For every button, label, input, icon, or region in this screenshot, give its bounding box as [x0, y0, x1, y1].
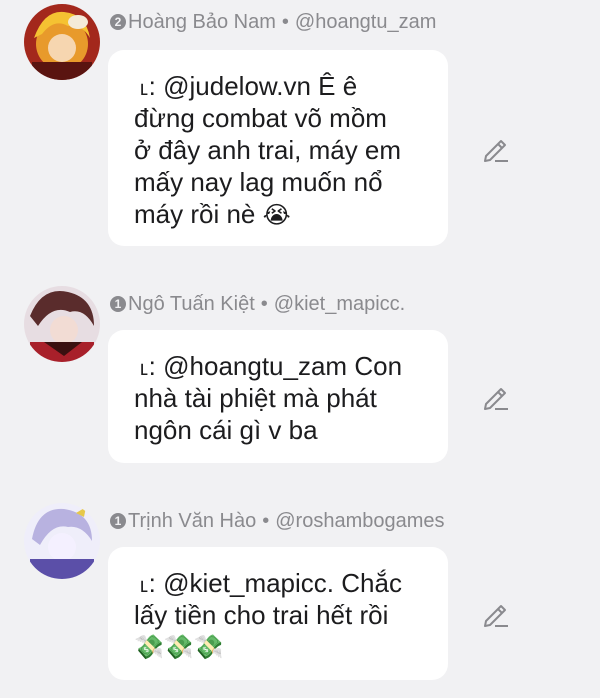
reply-mark: ˪:: [140, 351, 156, 381]
money-wings-emoji-icon: 💸💸💸: [134, 633, 224, 661]
crying-emoji-icon: 😭: [262, 201, 291, 229]
rank-badge: 1: [110, 296, 126, 312]
reply-mark: ˪:: [140, 568, 156, 598]
comment-header: 2 Hoàng Bảo Nam • @hoangtu_zam: [110, 10, 436, 34]
author-name[interactable]: Trịnh Văn Hào: [128, 510, 256, 532]
rank-badge: 2: [110, 14, 126, 30]
author-name[interactable]: Hoàng Bảo Nam: [128, 11, 276, 33]
anime-boy-avatar-icon: [24, 286, 100, 362]
pencil-icon: [484, 140, 508, 162]
avatar[interactable]: [24, 4, 100, 80]
author-handle[interactable]: @hoangtu_zam: [295, 11, 437, 33]
separator-dot: •: [262, 510, 270, 532]
mention[interactable]: @kiet_mapicc.: [163, 568, 334, 598]
comment-text-line: lấy tiền cho trai hết rồi: [134, 600, 389, 630]
comment-bubble[interactable]: ˪: @hoangtu_zam Con nhà tài phiệt mà phá…: [108, 330, 448, 463]
comment-text-line: đừng combat võ mồm: [134, 103, 387, 133]
comment-text-line: ở đây anh trai, máy em: [134, 135, 402, 165]
separator-dot: •: [260, 293, 268, 315]
comment-text-line: mấy nay lag muốn nổ: [134, 167, 383, 197]
comment-bubble[interactable]: ˪: @judelow.vn Ê ê đừng combat võ mồm ở …: [108, 50, 448, 246]
rank-badge: 1: [110, 513, 126, 529]
edit-button[interactable]: [481, 382, 511, 412]
comment-header: 1 Ngô Tuấn Kiệt • @kiet_mapicc.: [110, 292, 405, 316]
anime-boy-avatar-icon: [24, 503, 100, 579]
comment-bubble[interactable]: ˪: @kiet_mapicc. Chắc lấy tiền cho trai …: [108, 547, 448, 680]
avatar[interactable]: [24, 503, 100, 579]
pencil-icon: [484, 388, 508, 410]
mention[interactable]: @judelow.vn: [163, 71, 311, 101]
author-name[interactable]: Ngô Tuấn Kiệt: [128, 293, 255, 315]
author-handle[interactable]: @roshambogames: [275, 510, 444, 532]
mention[interactable]: @hoangtu_zam: [163, 351, 347, 381]
comment-text-line: máy rồi nè: [134, 199, 256, 229]
anime-boy-avatar-icon: [24, 4, 100, 80]
edit-button[interactable]: [481, 599, 511, 629]
comment-text-line: Con: [354, 351, 403, 381]
comment-text-line: ngôn cái gì v ba: [134, 415, 318, 445]
pencil-icon: [484, 605, 508, 627]
reply-mark: ˪:: [140, 71, 156, 101]
avatar[interactable]: [24, 286, 100, 362]
comment-text-line: Ê ê: [318, 71, 358, 101]
comment-text-line: Chắc: [341, 568, 402, 598]
comment-header: 1 Trịnh Văn Hào • @roshambogames: [110, 509, 445, 533]
separator-dot: •: [281, 11, 289, 33]
comment-text-line: nhà tài phiệt mà phát: [134, 383, 377, 413]
author-handle[interactable]: @kiet_mapicc.: [274, 293, 405, 315]
edit-button[interactable]: [481, 134, 511, 164]
